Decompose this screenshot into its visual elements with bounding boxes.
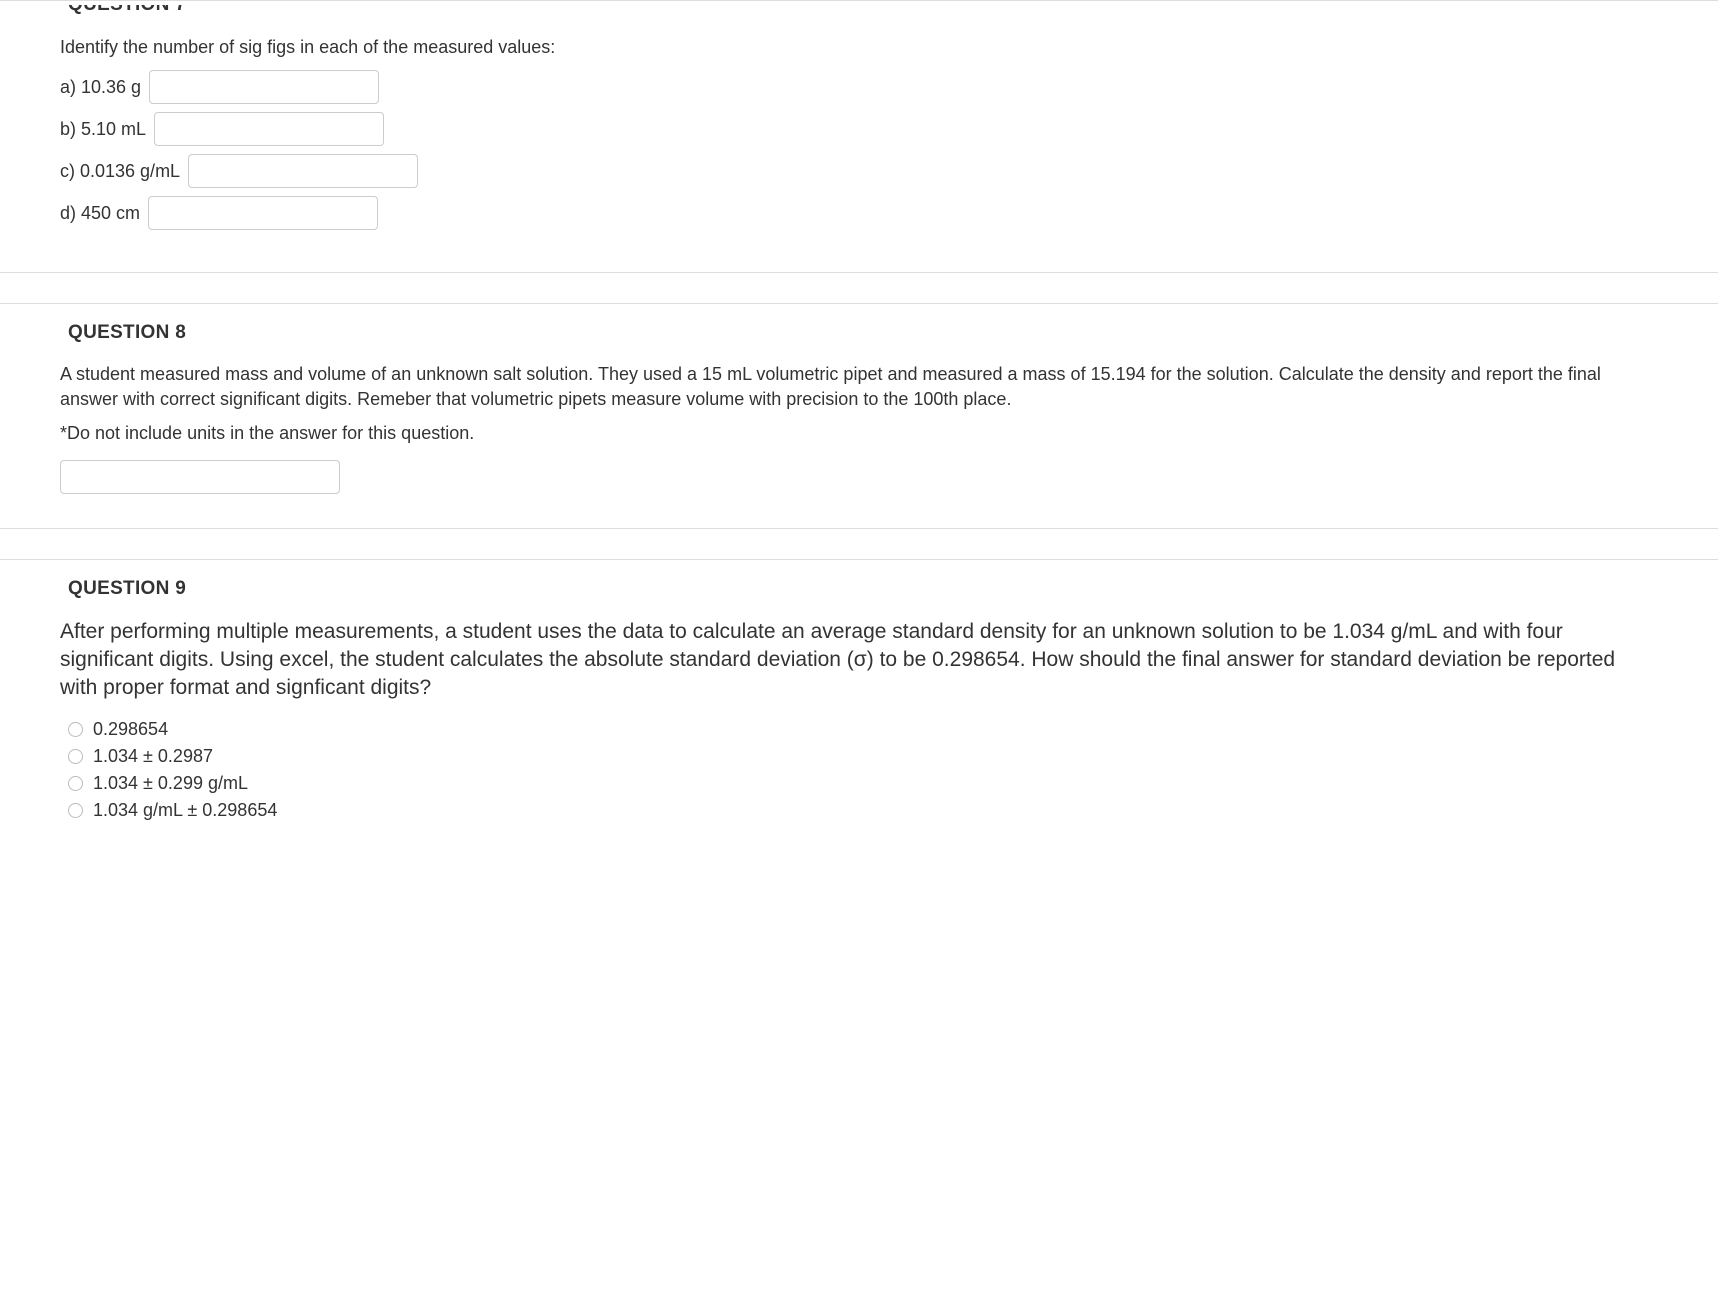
question-8-prompt: A student measured mass and volume of an… xyxy=(60,362,1658,412)
question-9-prompt: After performing multiple measurements, … xyxy=(60,618,1658,703)
question-8-block: QUESTION 8 A student measured mass and v… xyxy=(0,303,1718,558)
question-7-header: QUESTION 7 xyxy=(68,5,1658,17)
q9-option-2-label: 1.034 ± 0.299 g/mL xyxy=(93,773,248,794)
q7-part-c-label: c) 0.0136 g/mL xyxy=(60,161,180,182)
q7-part-b-label: b) 5.10 mL xyxy=(60,119,146,140)
q7-part-d-row: d) 450 cm xyxy=(60,196,1658,230)
question-9-inner: QUESTION 9 After performing multiple mea… xyxy=(0,560,1718,837)
q9-option-1-radio[interactable] xyxy=(68,749,83,764)
q9-option-1[interactable]: 1.034 ± 0.2987 xyxy=(68,746,1658,767)
question-8-inner: QUESTION 8 A student measured mass and v… xyxy=(0,304,1718,528)
q7-part-b-row: b) 5.10 mL xyxy=(60,112,1658,146)
question-8-header: QUESTION 8 xyxy=(68,322,1658,344)
q9-option-3[interactable]: 1.034 g/mL ± 0.298654 xyxy=(68,800,1658,821)
q7-part-a-row: a) 10.36 g xyxy=(60,70,1658,104)
q9-option-3-radio[interactable] xyxy=(68,803,83,818)
question-7-inner: QUESTION 7 Identify the number of sig fi… xyxy=(0,1,1718,273)
q9-option-0-label: 0.298654 xyxy=(93,719,168,740)
q9-option-0-radio[interactable] xyxy=(68,722,83,737)
q9-option-2[interactable]: 1.034 ± 0.299 g/mL xyxy=(68,773,1658,794)
question-7-block: QUESTION 7 Identify the number of sig fi… xyxy=(0,0,1718,303)
question-7-prompt: Identify the number of sig figs in each … xyxy=(60,35,1658,60)
q9-option-3-label: 1.034 g/mL ± 0.298654 xyxy=(93,800,277,821)
q7-part-a-input[interactable] xyxy=(149,70,379,104)
q8-answer-input[interactable] xyxy=(60,460,340,494)
question-8-note: *Do not include units in the answer for … xyxy=(60,423,1658,444)
page: QUESTION 7 Identify the number of sig fi… xyxy=(0,0,1718,867)
q7-part-c-row: c) 0.0136 g/mL xyxy=(60,154,1658,188)
question-9-header: QUESTION 9 xyxy=(68,578,1658,600)
q7-part-a-label: a) 10.36 g xyxy=(60,77,141,98)
q7-part-b-input[interactable] xyxy=(154,112,384,146)
q9-option-1-label: 1.034 ± 0.2987 xyxy=(93,746,213,767)
q7-part-d-label: d) 450 cm xyxy=(60,203,140,224)
q9-option-0[interactable]: 0.298654 xyxy=(68,719,1658,740)
q7-part-c-input[interactable] xyxy=(188,154,418,188)
q9-option-2-radio[interactable] xyxy=(68,776,83,791)
q7-part-d-input[interactable] xyxy=(148,196,378,230)
question-9-block: QUESTION 9 After performing multiple mea… xyxy=(0,559,1718,867)
